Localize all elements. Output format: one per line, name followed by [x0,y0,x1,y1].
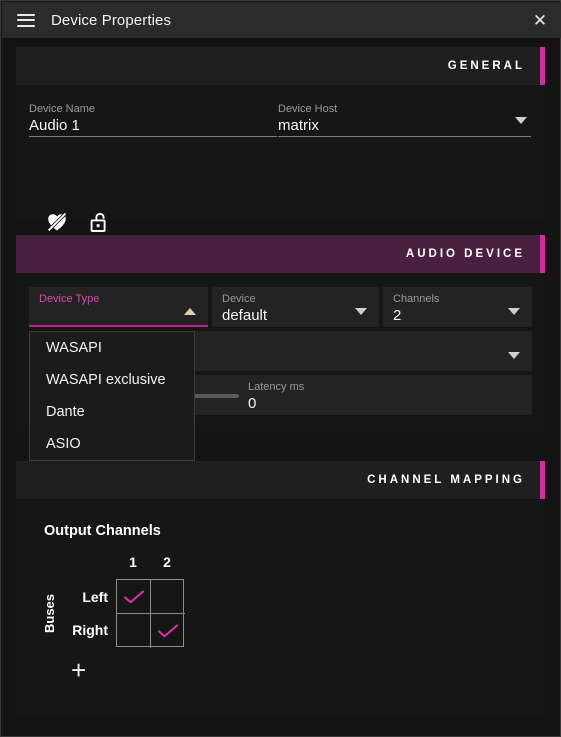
device-name-field[interactable]: Device Name Audio 1 [29,103,277,137]
matrix-cell-left-2[interactable] [151,580,185,614]
section-accent-bar [540,47,545,85]
device-select[interactable]: Device default [212,287,379,327]
matrix-cell-right-1[interactable] [117,614,151,648]
device-type-select[interactable]: Device Type [29,287,208,327]
latency-value[interactable]: 0 [248,394,304,413]
channels-label: Channels [393,293,440,305]
title-bar: Device Properties ✕ [2,2,561,38]
latency-label: Latency ms [248,381,305,393]
section-accent-bar [540,461,545,499]
chevron-up-icon[interactable] [184,308,196,315]
general-toggle-row [45,210,111,234]
device-type-dropdown-list[interactable]: WASAPI WASAPI exclusive Dante ASIO [29,331,195,461]
channels-select[interactable]: Channels 2 [383,287,532,327]
general-panel: GENERAL Device Name Audio 1 Device Host … [16,47,545,232]
matrix-row-header-right: Right [72,622,108,638]
device-host-field[interactable]: Device Host matrix [278,103,531,137]
device-type-label: Device Type [39,293,100,305]
channel-mapping-panel: CHANNEL MAPPING Output Channels 1 2 Buse… [16,461,545,716]
device-value: default [222,307,268,324]
audio-device-section-label: AUDIO DEVICE [405,248,525,260]
add-bus-button[interactable]: + [71,657,86,683]
section-accent-bar [540,235,545,273]
general-section-label: GENERAL [447,60,525,72]
latency-value-group: Latency ms 0 [248,381,304,413]
channel-mapping-section-label: CHANNEL MAPPING [367,474,525,486]
hamburger-icon[interactable] [17,13,35,27]
dropdown-option-dante[interactable]: Dante [30,396,194,428]
general-section-header: GENERAL [16,47,545,85]
favorite-off-icon[interactable] [45,210,69,234]
channels-value: 2 [393,307,402,324]
chevron-down-icon[interactable] [515,117,527,124]
dropdown-option-wasapi-exclusive[interactable]: WASAPI exclusive [30,364,194,396]
dropdown-option-wasapi[interactable]: WASAPI [30,332,194,364]
chevron-down-icon[interactable] [508,308,520,315]
device-name-label: Device Name [29,103,96,115]
device-label: Device [222,293,256,305]
matrix-column-header-1: 1 [129,554,137,570]
chevron-down-icon[interactable] [355,308,367,315]
output-channels-title: Output Channels [44,523,161,539]
matrix-column-header-2: 2 [163,554,171,570]
buses-axis-label: Buses [42,593,57,633]
chevron-down-icon[interactable] [508,352,520,359]
channel-mapping-section-header: CHANNEL MAPPING [16,461,545,499]
check-icon [123,590,144,603]
page-title: Device Properties [51,11,172,29]
dropdown-option-asio[interactable]: ASIO [30,428,194,460]
matrix-cell-left-1[interactable] [117,580,151,614]
matrix-cell-right-2[interactable] [151,614,185,648]
audio-device-section-header: AUDIO DEVICE [16,235,545,273]
device-host-label: Device Host [278,103,338,115]
check-icon [157,624,179,638]
unlock-icon[interactable] [87,210,111,234]
channel-mapping-matrix [116,579,185,648]
device-host-value[interactable]: matrix [278,116,531,135]
device-properties-window: Device Properties ✕ GENERAL Device Name … [0,0,561,737]
close-icon[interactable]: ✕ [529,9,551,31]
device-name-input[interactable]: Audio 1 [29,116,277,135]
matrix-row-header-left: Left [82,589,108,605]
